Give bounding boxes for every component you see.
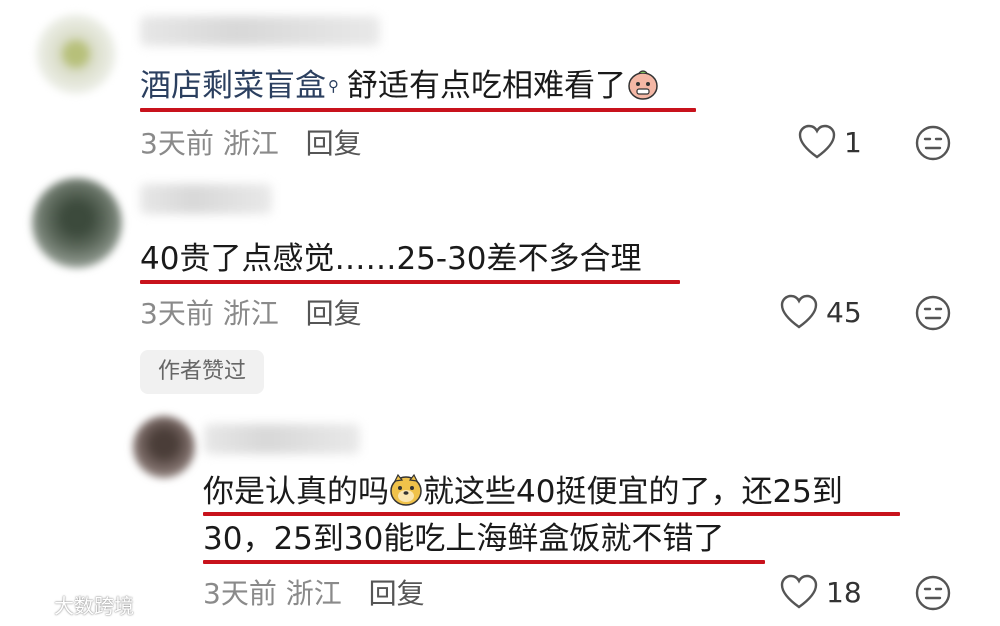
- dislike-face-icon[interactable]: [914, 294, 952, 332]
- avatar[interactable]: [32, 178, 122, 268]
- comment-text: 酒店剩菜盲盒 ⚲ 舒适有点吃相难看了: [140, 64, 660, 108]
- highlight-underline: [140, 108, 696, 112]
- dislike-face-icon[interactable]: [914, 574, 952, 612]
- watermark-logo-icon: [8, 594, 50, 615]
- like-count: 1: [844, 125, 862, 159]
- comment-text: 40贵了点感觉……25-30差不多合理: [140, 237, 642, 281]
- reply-button[interactable]: 回复: [306, 297, 362, 330]
- avatar[interactable]: [36, 14, 116, 94]
- like-button[interactable]: 1: [798, 124, 862, 160]
- grimace-peach-emoji: [628, 70, 658, 100]
- comment-meta: 3天前 浙江 回复: [203, 576, 425, 612]
- reply-body: 你是认真的吗: [203, 474, 389, 510]
- timestamp: 3天前: [203, 577, 277, 610]
- reply-text-line1: 你是认真的吗 就这些40挺便宜的了，还25到: [203, 470, 843, 514]
- watermark-text: 大数跨境: [54, 594, 134, 618]
- avatar[interactable]: [133, 416, 195, 478]
- comment-body: 40贵了点感觉……25-30差不多合理: [140, 241, 642, 277]
- reply-body: 30，25到30能吃上海鲜盒饭就不错了: [203, 521, 725, 557]
- like-button[interactable]: 45: [780, 294, 862, 330]
- username-blurred[interactable]: [140, 184, 272, 214]
- reply-button[interactable]: 回复: [369, 577, 425, 610]
- like-button[interactable]: 18: [780, 574, 862, 610]
- timestamp: 3天前: [140, 127, 214, 160]
- like-count: 18: [826, 575, 862, 609]
- highlight-underline: [203, 560, 765, 564]
- timestamp: 3天前: [140, 297, 214, 330]
- watermark: 大数跨境: [8, 590, 134, 619]
- reply-text-line2: 30，25到30能吃上海鲜盒饭就不错了: [203, 517, 724, 561]
- location: 浙江: [222, 297, 279, 330]
- like-count: 45: [826, 295, 862, 329]
- reply-body: 就这些40挺便宜的了，还25到: [423, 474, 843, 510]
- highlight-underline: [140, 280, 680, 284]
- author-liked-tag: 作者赞过: [140, 350, 264, 394]
- search-icon[interactable]: ⚲: [328, 64, 339, 108]
- heart-icon: [780, 574, 818, 609]
- dislike-face-icon[interactable]: [914, 124, 952, 162]
- highlight-underline: [203, 512, 900, 516]
- comment-meta: 3天前 浙江 回复: [140, 126, 362, 162]
- comment-meta: 3天前 浙江 回复: [140, 296, 362, 332]
- username-blurred[interactable]: [204, 424, 360, 454]
- heart-icon: [780, 294, 818, 329]
- location: 浙江: [285, 577, 342, 610]
- search-link[interactable]: 酒店剩菜盲盒: [140, 68, 326, 104]
- username-blurred[interactable]: [140, 16, 380, 46]
- heart-icon: [798, 124, 836, 159]
- doge-emoji: [390, 473, 422, 506]
- location: 浙江: [222, 127, 279, 160]
- comment-body: 舒适有点吃相难看了: [347, 68, 626, 104]
- reply-button[interactable]: 回复: [306, 127, 362, 160]
